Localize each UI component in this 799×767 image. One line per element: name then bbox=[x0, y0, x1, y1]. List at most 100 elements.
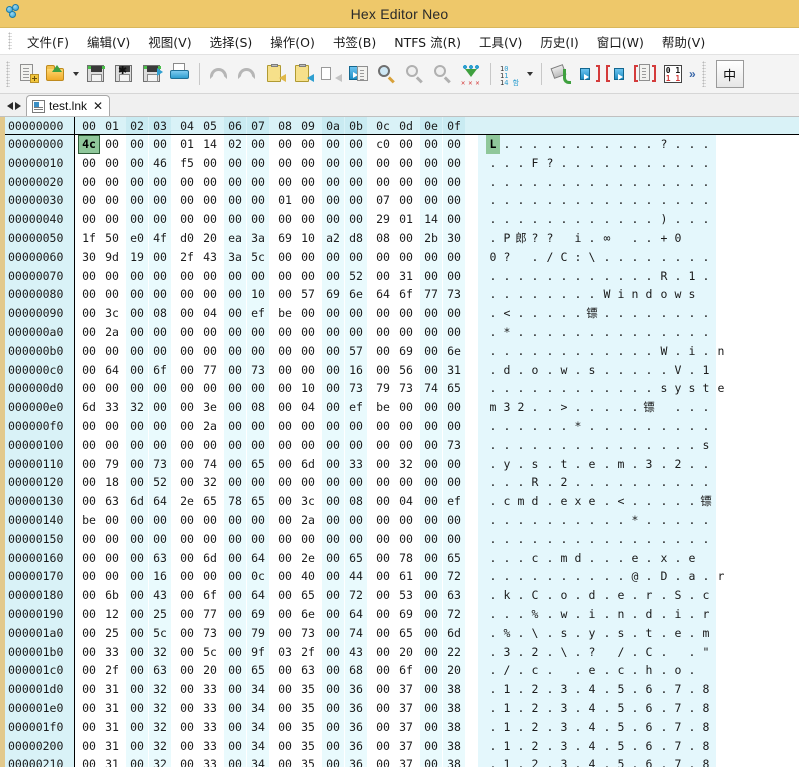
ascii-char[interactable]: . bbox=[585, 549, 599, 568]
row-hex-bytes[interactable]: 00 00 00 00 00 00 00 00 01 00 00 00 07 00 00 00 bbox=[74, 191, 478, 211]
ascii-char[interactable]: . bbox=[571, 304, 585, 323]
ascii-char[interactable]: m bbox=[486, 398, 500, 417]
ascii-char[interactable]: 4 bbox=[585, 755, 599, 767]
hex-byte[interactable]: 00 bbox=[149, 322, 171, 342]
hex-byte[interactable]: 00 bbox=[420, 191, 442, 211]
ascii-char[interactable]: . bbox=[571, 342, 585, 361]
fill-button[interactable] bbox=[547, 59, 575, 89]
hex-byte[interactable]: 00 bbox=[224, 510, 246, 530]
hex-byte[interactable]: 00 bbox=[443, 416, 465, 436]
hex-byte[interactable]: 77 bbox=[420, 285, 442, 305]
ascii-char[interactable]: . bbox=[671, 417, 685, 436]
ascii-char[interactable]: . bbox=[657, 417, 671, 436]
hex-byte[interactable]: 00 bbox=[126, 698, 148, 718]
hex-byte[interactable]: 01 bbox=[395, 210, 417, 229]
hex-byte[interactable]: 00 bbox=[224, 454, 246, 474]
ascii-char[interactable]: . bbox=[486, 549, 500, 568]
row-ascii[interactable]: . P 郎?? i. ∞ .. +0 bbox=[478, 228, 716, 248]
ascii-char[interactable]: . bbox=[642, 323, 656, 342]
row-ascii[interactable]: . c m d. e x e. <..... 镖 bbox=[478, 492, 716, 511]
hex-byte[interactable]: 00 bbox=[78, 624, 100, 643]
ascii-char[interactable]: . bbox=[628, 398, 642, 417]
hex-byte[interactable]: 00 bbox=[126, 586, 148, 605]
hex-byte[interactable]: 00 bbox=[274, 755, 296, 767]
hex-byte[interactable]: 38 bbox=[443, 755, 465, 767]
hex-byte[interactable]: 00 bbox=[372, 755, 394, 767]
hex-byte[interactable]: 00 bbox=[322, 210, 344, 229]
ascii-char[interactable]: . bbox=[571, 473, 585, 492]
hex-byte[interactable]: 00 bbox=[78, 643, 100, 662]
ascii-char[interactable]: . bbox=[642, 511, 656, 530]
hex-byte[interactable]: be bbox=[274, 304, 296, 323]
ascii-char[interactable]: . bbox=[486, 680, 500, 699]
hex-byte[interactable]: 57 bbox=[297, 285, 319, 304]
ascii-char[interactable]: . bbox=[600, 549, 614, 568]
hex-byte[interactable]: 00 bbox=[420, 135, 442, 154]
ascii-char[interactable]: . bbox=[514, 643, 528, 662]
hex-byte[interactable]: 6d bbox=[443, 623, 465, 643]
row-ascii[interactable]: ...... *......... bbox=[478, 416, 716, 436]
ascii-char[interactable]: x bbox=[657, 549, 671, 568]
ascii-char[interactable]: . bbox=[571, 379, 585, 398]
ascii-char[interactable]: s bbox=[614, 624, 628, 643]
ascii-char[interactable]: . bbox=[657, 755, 671, 767]
hex-byte[interactable]: 00 bbox=[443, 191, 465, 211]
ascii-char[interactable]: . bbox=[571, 361, 585, 380]
hex-byte[interactable]: 00 bbox=[372, 154, 394, 173]
ascii-char[interactable]: y bbox=[585, 624, 599, 643]
hex-byte[interactable]: 03 bbox=[274, 643, 296, 662]
ascii-char[interactable]: c bbox=[699, 586, 713, 605]
ascii-char[interactable]: . bbox=[514, 699, 528, 718]
ascii-char[interactable]: . bbox=[699, 173, 713, 192]
ascii-char[interactable]: . bbox=[486, 191, 500, 210]
hex-row[interactable]: 000000c0 00 64 00 6f 00 77 00 73 00 00 00 16 00 56 00 31… bbox=[0, 360, 799, 380]
hex-byte[interactable]: 00 bbox=[78, 661, 100, 680]
hex-byte[interactable]: 31 bbox=[101, 699, 123, 718]
hex-byte[interactable]: 00 bbox=[420, 360, 442, 380]
hex-byte[interactable]: 00 bbox=[78, 323, 100, 342]
row-ascii[interactable]: .1.2.3.4.5.6.7.8 bbox=[478, 698, 716, 718]
hex-byte[interactable]: 00 bbox=[78, 549, 100, 568]
ascii-char[interactable]: 镖 bbox=[699, 492, 713, 511]
hex-byte[interactable]: 00 bbox=[126, 360, 148, 380]
ascii-char[interactable]: < bbox=[500, 304, 514, 323]
hex-byte[interactable]: 00 bbox=[420, 642, 442, 662]
hex-byte[interactable]: 00 bbox=[78, 755, 100, 767]
ascii-char[interactable]: 2 bbox=[528, 699, 542, 718]
ascii-char[interactable]: . bbox=[500, 417, 514, 436]
ascii-char[interactable]: ? bbox=[543, 229, 557, 248]
ascii-char[interactable]: . bbox=[699, 530, 713, 549]
hex-byte[interactable]: 00 bbox=[78, 154, 100, 173]
hex-byte[interactable]: 00 bbox=[78, 342, 100, 361]
row-ascii[interactable]: .%. \. s. y. s. t. e. m bbox=[478, 623, 716, 643]
hex-byte[interactable]: 00 bbox=[78, 586, 100, 605]
hex-byte[interactable]: 00 bbox=[199, 285, 221, 304]
ascii-char[interactable]: . bbox=[514, 530, 528, 549]
row-hex-bytes[interactable]: be 00 00 00 00 00 00 00 00 2a 00 00 00 00 00 00 bbox=[74, 510, 478, 530]
ascii-char[interactable]: . bbox=[486, 436, 500, 455]
hex-byte[interactable]: 00 bbox=[176, 624, 198, 643]
hex-byte[interactable]: 00 bbox=[199, 173, 221, 192]
hex-byte[interactable]: 00 bbox=[420, 567, 442, 587]
ascii-char[interactable]: . bbox=[585, 342, 599, 361]
hex-byte[interactable]: 2e bbox=[297, 549, 319, 568]
hex-byte[interactable]: 46 bbox=[149, 153, 171, 173]
ascii-char[interactable]: . bbox=[528, 323, 542, 342]
ascii-char[interactable]: . bbox=[657, 304, 671, 323]
ascii-char[interactable]: . bbox=[571, 173, 585, 192]
ascii-char[interactable]: . bbox=[543, 379, 557, 398]
ascii-char[interactable]: . bbox=[614, 530, 628, 549]
hex-byte[interactable]: 00 bbox=[149, 416, 171, 436]
ascii-char[interactable]: % bbox=[528, 605, 542, 624]
ascii-char[interactable]: . bbox=[514, 511, 528, 530]
ascii-char[interactable]: . bbox=[642, 135, 656, 154]
ascii-char[interactable]: . bbox=[571, 511, 585, 530]
ascii-char[interactable]: w bbox=[671, 285, 685, 304]
hex-byte[interactable]: 65 bbox=[247, 454, 269, 474]
ascii-char[interactable]: C bbox=[642, 643, 656, 662]
hex-byte[interactable]: 00 bbox=[149, 529, 171, 549]
hex-byte[interactable]: 56 bbox=[395, 361, 417, 380]
hex-byte[interactable]: 78 bbox=[395, 549, 417, 568]
hex-byte[interactable]: 00 bbox=[322, 567, 344, 587]
hex-byte[interactable]: 00 bbox=[274, 379, 296, 398]
